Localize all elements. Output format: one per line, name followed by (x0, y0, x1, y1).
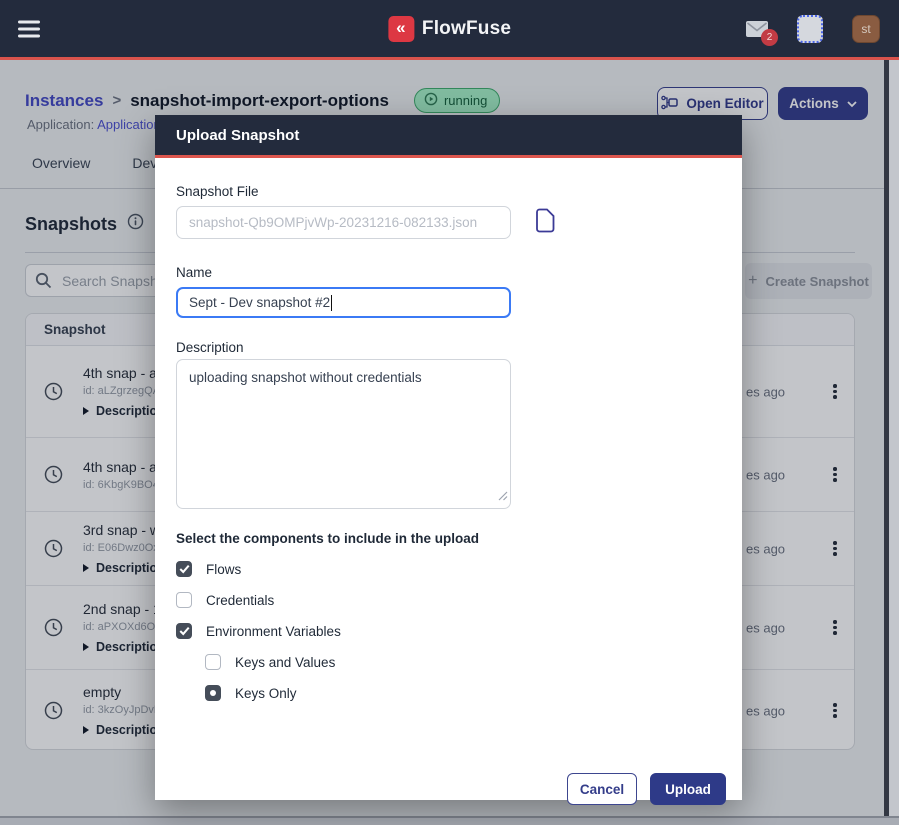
top-navbar: « FlowFuse 2 st (0, 0, 899, 60)
description-label: Description (176, 340, 721, 355)
option-label: Keys and Values (235, 655, 335, 670)
text-caret (331, 295, 332, 311)
app-screen: « FlowFuse 2 st Instances > snapshot-imp… (0, 0, 899, 825)
notifications-button[interactable]: 2 (746, 21, 768, 37)
modal-header: Upload Snapshot (155, 115, 742, 158)
document-icon[interactable] (535, 208, 556, 238)
checkbox-icon[interactable] (176, 561, 192, 577)
modal-title: Upload Snapshot (176, 127, 299, 144)
option-label: Environment Variables (206, 624, 341, 639)
option-keys-and-values[interactable]: Keys and Values (205, 653, 721, 671)
resize-grip-icon[interactable] (498, 488, 508, 506)
option-keys-only[interactable]: Keys Only (205, 684, 721, 702)
name-value: Sept - Dev snapshot #2 (189, 295, 330, 310)
option-label: Keys Only (235, 686, 297, 701)
modal-footer: Cancel Upload (567, 773, 726, 805)
team-avatar-icon[interactable] (797, 15, 823, 43)
brand: « FlowFuse (388, 16, 511, 42)
option-label: Credentials (206, 593, 274, 608)
modal-body: Snapshot File Name Sept - Dev snapshot #… (155, 184, 742, 823)
radio-icon[interactable] (205, 654, 221, 670)
option-environment-variables[interactable]: Environment Variables (176, 622, 721, 640)
file-row (176, 206, 721, 239)
checkbox-icon[interactable] (176, 592, 192, 608)
snapshot-file-input[interactable] (176, 206, 511, 239)
hamburger-menu-icon[interactable] (18, 20, 40, 37)
brand-name: FlowFuse (422, 18, 511, 40)
name-input[interactable]: Sept - Dev snapshot #2 (176, 287, 511, 318)
snapshot-file-label: Snapshot File (176, 184, 721, 199)
option-flows[interactable]: Flows (176, 560, 721, 578)
description-textarea[interactable]: uploading snapshot without credentials (176, 359, 511, 509)
flowfuse-logo-icon: « (388, 16, 414, 42)
radio-icon[interactable] (205, 685, 221, 701)
upload-button[interactable]: Upload (650, 773, 726, 805)
user-avatar[interactable]: st (852, 15, 880, 43)
name-label: Name (176, 265, 721, 280)
option-label: Flows (206, 562, 241, 577)
navbar-right: 2 st (746, 0, 880, 57)
upload-snapshot-modal: Upload Snapshot Snapshot File Name Sept … (155, 115, 742, 800)
description-field: uploading snapshot without credentials (176, 359, 511, 509)
cancel-button[interactable]: Cancel (567, 773, 637, 805)
notification-badge: 2 (761, 29, 778, 46)
option-credentials[interactable]: Credentials (176, 591, 721, 609)
checkbox-icon[interactable] (176, 623, 192, 639)
window-edge (889, 60, 899, 816)
components-label: Select the components to include in the … (176, 531, 721, 546)
